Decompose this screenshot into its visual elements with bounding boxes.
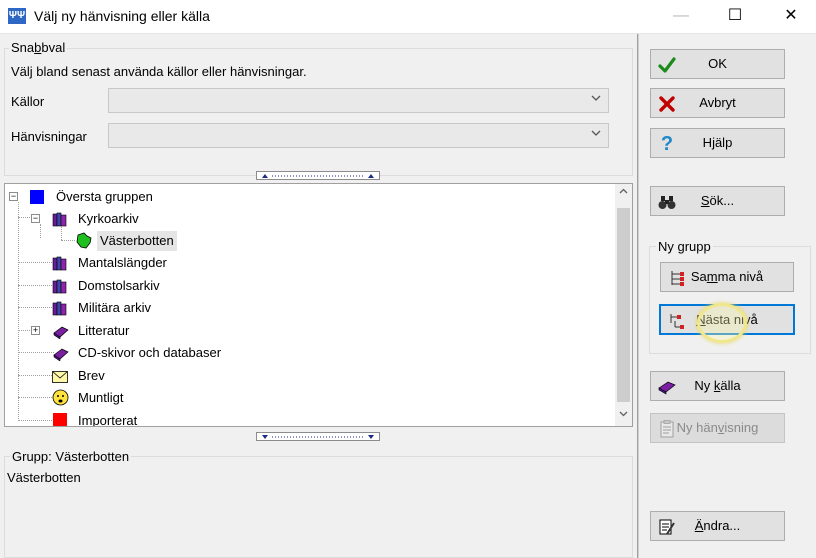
sources-label: Källor (11, 94, 45, 109)
books-icon (52, 256, 67, 271)
recent-group-title: Snabbval (9, 40, 68, 55)
tree-item-label: Importerat (78, 413, 138, 427)
search-button-label: Sök... (700, 193, 735, 208)
tree-vertical-scrollbar[interactable] (615, 184, 632, 426)
face-icon (52, 389, 69, 406)
close-button[interactable]: ✕ (768, 0, 814, 34)
references-label: Hänvisningar (11, 129, 87, 144)
ok-button-label: OK (708, 56, 727, 71)
cancel-button-label: Avbryt (699, 95, 736, 110)
tree-item-muntligt[interactable]: Muntligt (5, 387, 615, 409)
minimize-button[interactable]: — (658, 0, 704, 34)
tree-item-kyrkoarkiv[interactable]: − Kyrkoarkiv (5, 208, 615, 230)
cancel-button[interactable]: Avbryt (650, 88, 785, 118)
splitter-up-arrows-icon (262, 174, 374, 178)
book-icon (53, 348, 69, 361)
edit-button-label: Ändra... (694, 518, 741, 533)
cursor-highlight (697, 303, 747, 343)
books-icon (52, 279, 67, 294)
recent-description: Välj bland senast använda källor eller h… (11, 64, 307, 79)
references-combobox[interactable] (108, 123, 609, 148)
tree-item-litteratur[interactable]: + Litteratur (5, 320, 615, 342)
tree-item-importerat[interactable]: Importerat (5, 410, 615, 427)
tree-item-label: Brev (78, 368, 105, 383)
same-level-button-label: Samma nivå (690, 269, 764, 284)
title-bar: ΨΨ Välj ny hänvisning eller källa — ☐ ✕ (0, 0, 816, 34)
tree-item-militara-arkiv[interactable]: Militära arkiv (5, 297, 615, 319)
chevron-down-icon (590, 127, 602, 142)
edit-button[interactable]: Ändra... (650, 511, 785, 541)
new-group-title: Ny grupp (656, 239, 713, 254)
tree-item-brev[interactable]: Brev (5, 365, 615, 387)
splitter-down-arrows-icon (262, 435, 374, 439)
help-button[interactable]: ? Hjälp (650, 128, 785, 158)
tree-item-label: Muntligt (78, 390, 124, 405)
books-icon (52, 301, 67, 316)
tree-item-vasterbotten[interactable]: Västerbotten (5, 230, 615, 252)
tree-item-label: Mantalslängder (78, 255, 167, 270)
new-reference-button[interactable]: Ny hänvisning (650, 413, 785, 443)
sources-combobox[interactable] (108, 88, 609, 113)
books-icon (52, 212, 67, 227)
detail-text: Västerbotten (7, 470, 81, 485)
tree-item-label: CD-skivor och databaser (78, 345, 222, 360)
tree-item-label: Västerbotten (97, 231, 177, 251)
tree-item-label: Litteratur (78, 323, 130, 338)
bottom-splitter-handle[interactable] (256, 432, 380, 441)
detail-groupbox (4, 456, 633, 558)
source-tree[interactable]: − Översta gruppen − Kyrkoarkiv Västerbot… (4, 183, 633, 427)
ok-button[interactable]: OK (650, 49, 785, 79)
map-region-icon (76, 232, 92, 249)
collapse-icon[interactable]: − (31, 214, 40, 223)
expand-icon[interactable]: + (31, 326, 40, 335)
new-source-button-label: Ny källa (694, 378, 741, 393)
blue-square-icon (30, 190, 44, 204)
tree-item-mantalslangder[interactable]: Mantalslängder (5, 252, 615, 274)
new-reference-button-label: Ny hänvisning (676, 420, 759, 435)
maximize-button[interactable]: ☐ (712, 0, 758, 34)
same-level-button[interactable]: Samma nivå (660, 262, 794, 292)
tree-item-label: Militära arkiv (78, 300, 151, 315)
book-icon (53, 326, 69, 339)
tree-item-domstolsarkiv[interactable]: Domstolsarkiv (5, 275, 615, 297)
tree-item-label: Översta gruppen (56, 189, 153, 204)
envelope-icon (52, 371, 68, 383)
scroll-up-icon[interactable] (615, 186, 632, 203)
tree-item-top-group[interactable]: − Översta gruppen (5, 186, 615, 208)
tree-item-label: Kyrkoarkiv (78, 211, 139, 226)
help-button-label: Hjälp (702, 135, 733, 150)
top-splitter-handle[interactable] (256, 171, 380, 180)
scroll-down-icon[interactable] (615, 408, 632, 425)
new-source-button[interactable]: Ny källa (650, 371, 785, 401)
panel-divider[interactable] (637, 34, 639, 558)
tree-item-cd-skivor[interactable]: CD-skivor och databaser (5, 342, 615, 364)
collapse-icon[interactable]: − (9, 192, 18, 201)
search-button[interactable]: Sök... (650, 186, 785, 216)
chevron-down-icon (590, 92, 602, 107)
detail-group-title: Grupp: Västerbotten (10, 449, 132, 464)
app-icon: ΨΨ (8, 8, 26, 24)
tree-item-label: Domstolsarkiv (78, 278, 160, 293)
red-square-icon (53, 413, 67, 426)
window-title: Välj ny hänvisning eller källa (34, 8, 210, 24)
scrollbar-thumb[interactable] (617, 208, 630, 402)
